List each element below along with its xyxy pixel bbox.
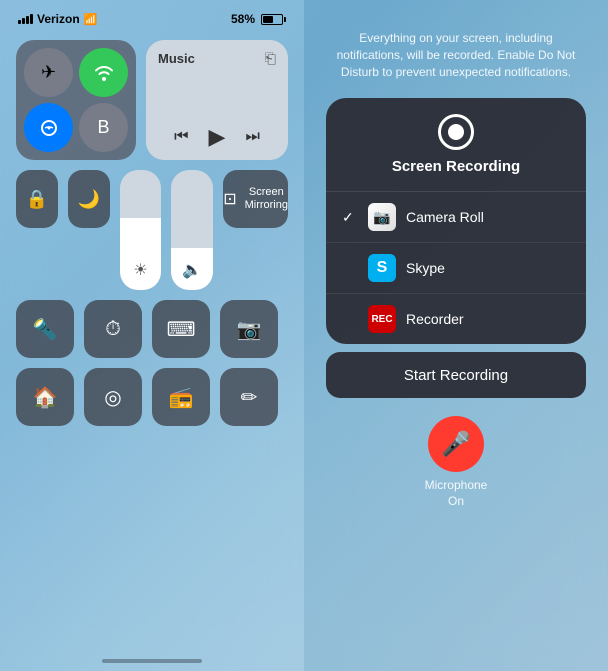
- status-bar: Verizon 📶 58%: [0, 0, 304, 32]
- screen-mirroring-button[interactable]: ⊡ ScreenMirroring: [223, 170, 288, 228]
- timer-button[interactable]: ⏱: [84, 300, 142, 358]
- brightness-slider[interactable]: ☀: [120, 170, 162, 290]
- mid-row-1: 🔒 🌙 ☀ 🔈 ⊡ ScreenMirroring: [16, 170, 288, 290]
- next-button[interactable]: ⏭: [245, 128, 259, 146]
- connectivity-block: ✈ B: [16, 40, 136, 160]
- screen-recording-popup: Screen Recording ✓ 📷 Camera Roll S Skype…: [326, 98, 586, 344]
- calculator-button[interactable]: ⌨: [152, 300, 210, 358]
- row-small-icons: 🔦 ⏱ ⌨ 📷: [16, 300, 288, 358]
- wifi-icon: 📶: [84, 13, 98, 26]
- music-label: Music: [158, 51, 195, 66]
- music-top: Music ⎗: [158, 50, 276, 67]
- list-item-camera-roll[interactable]: ✓ 📷 Camera Roll: [326, 192, 586, 243]
- start-recording-label: Start Recording: [404, 367, 508, 384]
- camera-roll-label: Camera Roll: [406, 209, 484, 225]
- play-button[interactable]: ▶: [209, 124, 226, 150]
- check-icon: ✓: [342, 209, 358, 226]
- wifi-button[interactable]: [79, 48, 128, 97]
- flashlight-button[interactable]: 🔦: [16, 300, 74, 358]
- do-not-disturb-button[interactable]: 🌙: [68, 170, 110, 228]
- start-recording-button[interactable]: Start Recording: [326, 352, 586, 398]
- home-bar: [102, 659, 202, 663]
- popup-header: Screen Recording: [326, 98, 586, 192]
- signal-icon: [18, 14, 33, 24]
- carrier-name: Verizon: [37, 12, 80, 26]
- info-text: Everything on your screen, including not…: [304, 30, 608, 80]
- volume-icon: 🔈: [182, 260, 202, 280]
- airplay-icon[interactable]: ⎗: [265, 50, 276, 67]
- battery-percentage: 58%: [231, 12, 255, 26]
- airplane-mode-button[interactable]: ✈: [24, 48, 73, 97]
- music-controls: ⏮ ▶ ⏭: [158, 124, 276, 150]
- record-icon: [438, 114, 474, 150]
- wifi-bottom-button[interactable]: [24, 103, 73, 152]
- music-block[interactable]: Music ⎗ ⏮ ▶ ⏭: [146, 40, 288, 160]
- list-item-skype[interactable]: S Skype: [326, 243, 586, 294]
- row-bottom-icons: 🏠 ◎ 📻 ✏: [16, 368, 288, 426]
- screen-mirroring-label: ScreenMirroring: [245, 186, 288, 212]
- app-list: ✓ 📷 Camera Roll S Skype REC Recorder: [326, 192, 586, 344]
- screen-mirroring-icon: ⊡: [223, 189, 236, 209]
- skype-label: Skype: [406, 260, 445, 276]
- microphone-label: MicrophoneOn: [425, 478, 488, 509]
- edit-button[interactable]: ✏: [220, 368, 278, 426]
- popup-title: Screen Recording: [392, 158, 520, 175]
- camera-button[interactable]: 📷: [220, 300, 278, 358]
- bluetooth-button[interactable]: B: [79, 103, 128, 152]
- control-center-panel: Verizon 📶 58% ✈: [0, 0, 304, 671]
- target-button[interactable]: ◎: [84, 368, 142, 426]
- microphone-button[interactable]: 🎤: [428, 416, 484, 472]
- recorder-label: Recorder: [406, 311, 464, 327]
- home-button[interactable]: 🏠: [16, 368, 74, 426]
- brightness-icon: ☀: [133, 260, 147, 280]
- status-right: 58%: [231, 12, 286, 26]
- camera-roll-icon: 📷: [368, 203, 396, 231]
- microphone-section: 🎤 MicrophoneOn: [425, 416, 488, 509]
- skype-icon: S: [368, 254, 396, 282]
- control-center-grid: ✈ B: [0, 32, 304, 434]
- volume-slider[interactable]: 🔈: [171, 170, 213, 290]
- top-row: ✈ B: [16, 40, 288, 160]
- rotation-lock-button[interactable]: 🔒: [16, 170, 58, 228]
- status-left: Verizon 📶: [18, 12, 97, 26]
- remote-button[interactable]: 📻: [152, 368, 210, 426]
- recorder-icon: REC: [368, 305, 396, 333]
- prev-button[interactable]: ⏮: [174, 128, 188, 146]
- list-item-recorder[interactable]: REC Recorder: [326, 294, 586, 344]
- battery-icon: [261, 14, 286, 25]
- screen-recording-panel: Everything on your screen, including not…: [304, 0, 608, 671]
